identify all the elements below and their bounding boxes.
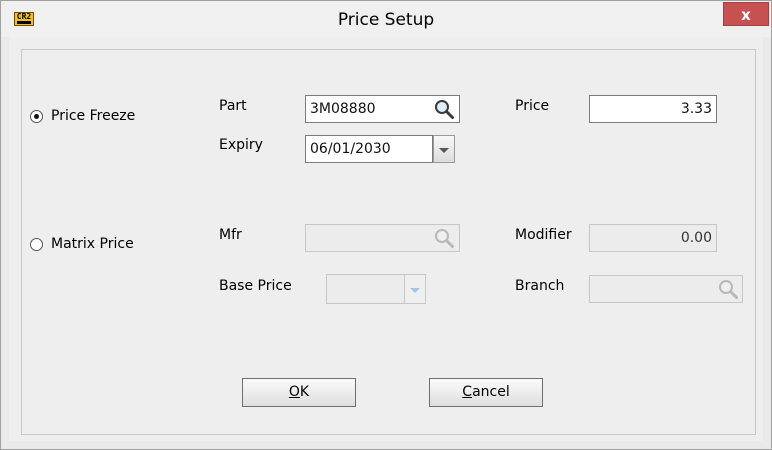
branch-label: Branch (515, 278, 565, 294)
price-freeze-label: Price Freeze (51, 108, 136, 124)
price-setup-window: CR2 Price Setup x Price Freeze Part 3M08… (0, 0, 772, 450)
expiry-input[interactable]: 06/01/2030 (305, 135, 433, 163)
matrix-price-label: Matrix Price (51, 236, 134, 252)
ok-mnemonic: O (288, 384, 300, 400)
mfr-search-icon[interactable] (433, 227, 455, 249)
price-input[interactable]: 3.33 (589, 95, 717, 123)
base-price-select[interactable] (326, 274, 405, 304)
expiry-dropdown-button[interactable] (433, 135, 455, 163)
price-value: 3.33 (680, 101, 712, 117)
chevron-down-icon (410, 288, 420, 293)
modifier-value: 0.00 (680, 230, 712, 246)
base-price-label: Base Price (219, 278, 292, 294)
ok-button[interactable]: OK (242, 378, 356, 407)
modifier-input[interactable]: 0.00 (589, 224, 717, 252)
modifier-label: Modifier (515, 227, 572, 243)
mfr-label: Mfr (219, 227, 242, 243)
price-freeze-radio[interactable] (30, 110, 43, 123)
close-button[interactable]: x (723, 2, 769, 26)
title-bar[interactable]: CR2 Price Setup x (1, 1, 771, 37)
part-value: 3M08880 (310, 101, 376, 117)
expiry-value: 06/01/2030 (310, 141, 391, 157)
price-label: Price (515, 98, 550, 114)
base-price-dropdown-button[interactable] (404, 274, 426, 304)
matrix-price-radio[interactable] (30, 238, 43, 251)
branch-search-icon[interactable] (717, 278, 739, 300)
part-label: Part (219, 98, 247, 114)
expiry-label: Expiry (219, 137, 263, 153)
cancel-label-rest: ancel (472, 384, 510, 400)
part-search-icon[interactable] (433, 98, 455, 120)
cancel-mnemonic: C (462, 384, 473, 400)
ok-label-rest: K (299, 384, 310, 400)
window-title: Price Setup (337, 10, 435, 30)
chevron-down-icon (439, 148, 449, 153)
cancel-button[interactable]: Cancel (429, 378, 543, 407)
